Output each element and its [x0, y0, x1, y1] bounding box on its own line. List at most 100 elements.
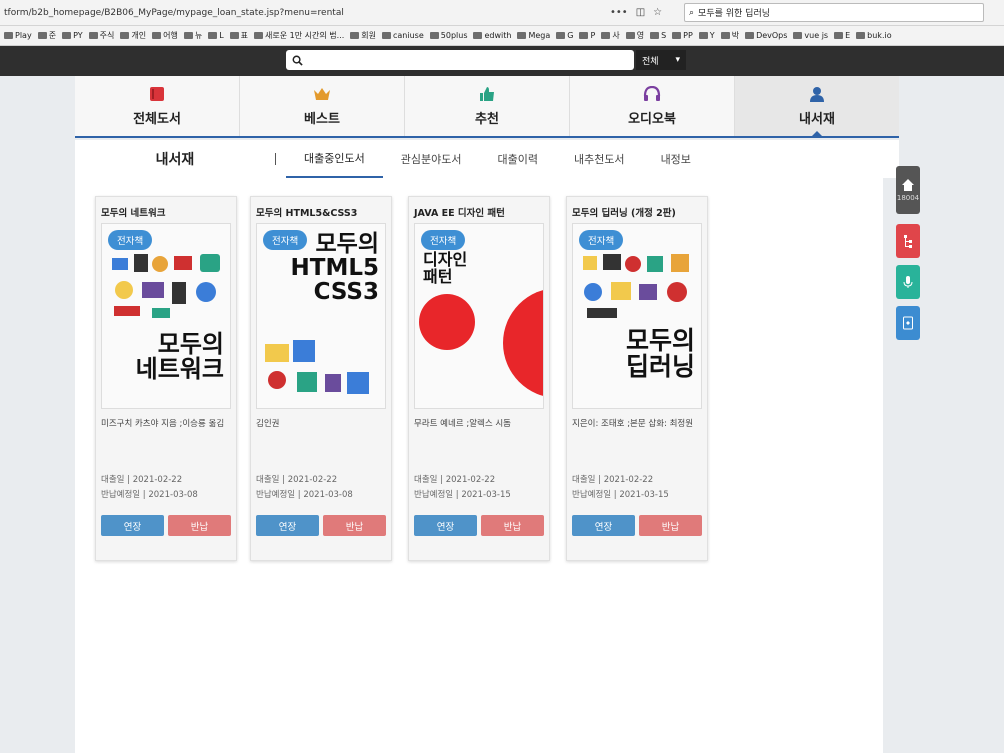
- bookmark-label: P: [590, 31, 596, 40]
- tab-interest-books[interactable]: 관심분야도서: [383, 140, 480, 178]
- bookmark-item[interactable]: 새로운 1만 시간의 법...: [254, 30, 344, 41]
- return-button[interactable]: 반납: [168, 515, 231, 536]
- return-button[interactable]: 반납: [481, 515, 544, 536]
- tab-my-info[interactable]: 내정보: [643, 140, 709, 178]
- folder-icon: [62, 32, 72, 39]
- search-scope-select[interactable]: 전체 ▾: [636, 50, 686, 70]
- return-button[interactable]: 반납: [639, 515, 702, 536]
- folder-icon: [429, 32, 439, 39]
- bookmark-item[interactable]: vue js: [793, 31, 828, 40]
- tab-all-books[interactable]: 전체도서: [75, 76, 240, 136]
- bookmark-label: edwith: [484, 31, 512, 40]
- book-title[interactable]: 모두의 딥러닝 (개정 2판): [567, 197, 707, 223]
- cover-red-circle: [419, 294, 475, 350]
- bookmark-item[interactable]: S: [650, 31, 666, 40]
- folder-icon: [254, 32, 264, 39]
- book-title[interactable]: 모두의 네트워크: [96, 197, 236, 223]
- bookmark-item[interactable]: DevOps: [745, 31, 787, 40]
- star-icon[interactable]: ☆: [653, 7, 662, 18]
- bookmark-item[interactable]: 50plus: [429, 31, 467, 40]
- folder-icon: [556, 32, 566, 39]
- return-button[interactable]: 반납: [323, 515, 386, 536]
- bookmark-item[interactable]: 회원: [350, 30, 376, 41]
- cover-illustration: [583, 254, 689, 318]
- book-card: 모두의 딥러닝 (개정 2판) 전자책 모두의 딥러닝 지은이: 조태호 ;본문…: [566, 196, 708, 561]
- ebook-badge: 전자책: [421, 230, 466, 250]
- folder-icon: [601, 32, 611, 39]
- bookmark-item[interactable]: L: [208, 31, 224, 40]
- tab-best[interactable]: 베스트: [240, 76, 405, 136]
- extend-button[interactable]: 연장: [101, 515, 164, 536]
- pocket-icon[interactable]: ◫: [636, 7, 645, 18]
- cover-title-text: 모두의 딥러닝: [581, 327, 695, 381]
- bookmark-item[interactable]: Y: [698, 31, 715, 40]
- tab-audiobook[interactable]: 오디오북: [570, 76, 735, 136]
- bookmark-item[interactable]: PP: [672, 31, 693, 40]
- folder-icon: [745, 32, 755, 39]
- bookmark-item[interactable]: E: [834, 31, 850, 40]
- bookmark-label: 박: [731, 31, 740, 40]
- bookmark-item[interactable]: Play: [4, 31, 32, 40]
- quick-reader-button[interactable]: [896, 306, 920, 340]
- cover-title-text: 디자인 패턴: [423, 251, 467, 286]
- book-cover[interactable]: 전자책 디자인 패턴: [414, 223, 544, 409]
- bookmark-item[interactable]: 사: [601, 30, 620, 41]
- folder-icon: [834, 32, 844, 39]
- user-icon: [808, 86, 826, 102]
- folder-icon: [152, 32, 162, 39]
- tab-my-recommendations[interactable]: 내추천도서: [556, 140, 643, 178]
- folder-icon: [88, 32, 98, 39]
- bookmark-label: Play: [15, 31, 32, 40]
- tab-label: 내서재: [799, 111, 835, 127]
- bookmark-item[interactable]: G: [556, 31, 573, 40]
- folder-icon: [793, 32, 803, 39]
- book-card: 모두의 HTML5&CSS3 전자책 모두의 HTML5 CSS3 김인권 대출…: [250, 196, 392, 561]
- book-author: 미즈구치 카츠야 지음 ;이승룡 옮김: [101, 419, 225, 429]
- tab-my-library[interactable]: 내서재: [735, 76, 899, 138]
- bookmark-label: 어행: [163, 31, 178, 40]
- extend-button[interactable]: 연장: [572, 515, 635, 536]
- folder-icon: [120, 32, 130, 39]
- bookmark-label: 준: [48, 31, 57, 40]
- folder-icon: [37, 32, 47, 39]
- bookmark-item[interactable]: 영: [625, 30, 644, 41]
- bookmark-item[interactable]: 어행: [152, 30, 178, 41]
- bookmark-item[interactable]: P: [579, 31, 595, 40]
- book-cover[interactable]: 전자책 모두의 딥러닝: [572, 223, 702, 409]
- bookmark-item[interactable]: buk.io: [856, 31, 892, 40]
- more-icon[interactable]: •••: [610, 7, 628, 18]
- extend-button[interactable]: 연장: [414, 515, 477, 536]
- book-cover[interactable]: 전자책 모두의 HTML5 CSS3: [256, 223, 386, 409]
- bookmark-label: 회원: [361, 31, 376, 40]
- bookmark-item[interactable]: edwith: [473, 31, 511, 40]
- tab-recommend[interactable]: 추천: [405, 76, 570, 136]
- quick-sitemap-button[interactable]: [896, 224, 920, 258]
- folder-icon: [672, 32, 682, 39]
- bookmark-item[interactable]: 주식: [88, 30, 114, 41]
- site-search-input[interactable]: [307, 55, 634, 65]
- bookmark-label: L: [219, 31, 224, 40]
- bookmark-item[interactable]: 표: [229, 30, 248, 41]
- loan-dates: 대출일 | 2021-02-22 반납예정일 | 2021-03-15: [567, 473, 707, 503]
- tab-current-loans[interactable]: 대출중인도서: [286, 140, 383, 178]
- book-cover[interactable]: 전자책 모두의 네트워크: [101, 223, 231, 409]
- bookmark-item[interactable]: 뉴: [183, 30, 202, 41]
- extend-button[interactable]: 연장: [256, 515, 319, 536]
- book-title[interactable]: 모두의 HTML5&CSS3: [251, 197, 391, 223]
- browser-search-box[interactable]: ⌕ 모두를 위한 딥러닝: [684, 3, 984, 22]
- address-field[interactable]: tform/b2b_homepage/B2B06_MyPage/mypage_l…: [0, 8, 610, 18]
- book-title[interactable]: JAVA EE 디자인 패턴: [409, 197, 549, 223]
- quick-home-button[interactable]: 18004: [896, 166, 920, 214]
- bookmark-item[interactable]: caniuse: [382, 31, 424, 40]
- cover-title-text: 모두의 네트워크: [110, 331, 224, 382]
- quick-voice-button[interactable]: [896, 265, 920, 299]
- return-date: 반납예정일 | 2021-03-08: [256, 490, 353, 500]
- bookmark-item[interactable]: PY: [62, 31, 83, 40]
- my-library-sub-nav: 내서재 대출중인도서 관심분야도서 대출이력 내추천도서 내정보: [75, 140, 899, 178]
- bookmark-item[interactable]: Mega: [517, 31, 550, 40]
- microphone-icon: [903, 276, 913, 288]
- bookmark-item[interactable]: 준: [37, 30, 57, 41]
- tab-loan-history[interactable]: 대출이력: [479, 140, 555, 178]
- bookmark-item[interactable]: 박: [720, 30, 740, 41]
- bookmark-item[interactable]: 개인: [120, 30, 146, 41]
